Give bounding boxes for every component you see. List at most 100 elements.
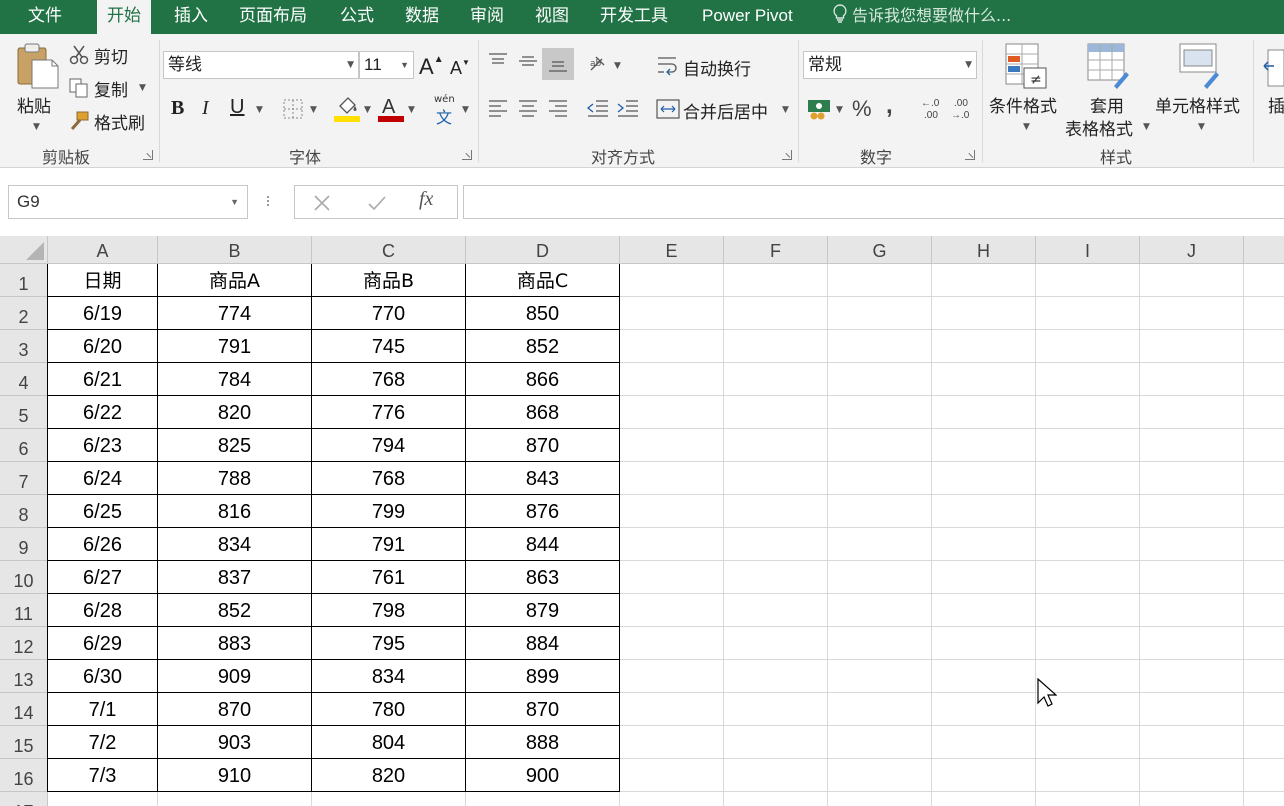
grid-cell[interactable] [1036,528,1140,561]
grid-cell[interactable] [620,726,724,759]
grid-cell[interactable] [724,396,828,429]
table-cell[interactable]: 6/29 [48,627,158,660]
tab-view[interactable]: 视图 [535,0,569,34]
grid-cell[interactable] [724,627,828,660]
table-cell[interactable]: 820 [158,396,312,429]
grid-cell[interactable] [932,660,1036,693]
grid-cell[interactable] [828,462,932,495]
decrease-font-size-icon[interactable]: A▼ [450,58,470,79]
grid-cell[interactable] [620,792,724,806]
row-header-17[interactable]: 17 [0,792,48,806]
table-cell[interactable]: 825 [158,429,312,462]
column-header-h[interactable]: H [932,236,1036,264]
comma-style-button[interactable]: , [886,92,893,120]
grid-cell[interactable] [724,660,828,693]
increase-decimal-icon[interactable]: ←.0 .00 [920,96,946,122]
grid-cell[interactable] [1244,264,1284,297]
grid-cell[interactable] [620,264,724,297]
insert-cells-button[interactable]: 插 [1268,92,1284,117]
grid-cell[interactable] [1036,495,1140,528]
cancel-icon[interactable] [313,194,331,212]
orientation-dropdown-arrow[interactable]: ▼ [614,61,621,71]
grid-cell[interactable] [932,759,1036,792]
grid-cell[interactable] [724,792,828,806]
grid-cell[interactable] [620,759,724,792]
tab-developer[interactable]: 开发工具 [600,0,668,34]
grid-cell[interactable] [724,594,828,627]
table-cell[interactable]: 768 [312,462,466,495]
grid-cell[interactable] [1244,363,1284,396]
grid-cell[interactable] [620,363,724,396]
table-cell[interactable]: 784 [158,363,312,396]
grid-cell[interactable] [932,462,1036,495]
table-cell[interactable]: 798 [312,594,466,627]
insert-function-icon[interactable]: fx [419,188,433,211]
table-cell[interactable]: 780 [312,693,466,726]
grid-cell[interactable] [1140,297,1244,330]
phonetic-guide-char[interactable]: 文 [436,104,452,128]
column-header-g[interactable]: G [828,236,932,264]
table-cell[interactable]: 794 [312,429,466,462]
font-dialog-launcher[interactable] [462,150,472,160]
row-header-9[interactable]: 9 [0,528,48,561]
grid-cell[interactable] [1036,462,1140,495]
grid-cell[interactable] [1140,660,1244,693]
grid-cell[interactable] [1244,759,1284,792]
grid-cell[interactable] [1140,792,1244,806]
row-header-12[interactable]: 12 [0,627,48,660]
format-as-table-line1[interactable]: 套用 [1090,92,1124,117]
grid-cell[interactable] [1244,693,1284,726]
grid-cell[interactable] [620,627,724,660]
table-header-cell[interactable]: 日期 [48,264,158,297]
select-all-corner[interactable] [0,236,48,264]
formula-input[interactable] [463,185,1284,219]
table-cell[interactable]: 884 [466,627,620,660]
grid-cell[interactable] [724,297,828,330]
grid-cell[interactable] [828,627,932,660]
grid-cell[interactable] [828,660,932,693]
table-cell[interactable]: 852 [158,594,312,627]
table-cell[interactable]: 903 [158,726,312,759]
align-bottom-button[interactable] [542,48,574,80]
row-header-13[interactable]: 13 [0,660,48,693]
table-cell[interactable]: 868 [466,396,620,429]
row-header-4[interactable]: 4 [0,363,48,396]
paste-dropdown-arrow[interactable]: ▼ [33,122,40,132]
table-cell[interactable]: 6/28 [48,594,158,627]
column-header-b[interactable]: B [158,236,312,264]
grid-cell[interactable] [620,429,724,462]
format-as-table-dropdown-arrow[interactable]: ▼ [1143,122,1150,132]
grid-cell[interactable] [724,693,828,726]
row-header-16[interactable]: 16 [0,759,48,792]
formula-bar-splitter[interactable] [266,194,270,210]
column-header-j[interactable]: J [1140,236,1244,264]
grid-cell[interactable] [1140,264,1244,297]
decrease-decimal-icon[interactable]: .00 →.0 [950,96,976,122]
table-cell[interactable]: 6/24 [48,462,158,495]
column-header-a[interactable]: A [48,236,158,264]
grid-cell[interactable] [828,264,932,297]
font-size-combo[interactable]: 11 ▼ [359,51,414,79]
grid-cell[interactable] [724,330,828,363]
table-cell[interactable]: 816 [158,495,312,528]
grid-cell[interactable] [1140,594,1244,627]
grid-cell[interactable] [828,594,932,627]
italic-button[interactable]: I [202,97,209,120]
grid-cell[interactable] [1036,363,1140,396]
row-header-10[interactable]: 10 [0,561,48,594]
clipboard-dialog-launcher[interactable] [143,150,153,160]
grid-cell[interactable] [1244,297,1284,330]
table-cell[interactable]: 6/27 [48,561,158,594]
table-cell[interactable]: 6/20 [48,330,158,363]
grid-cell[interactable] [828,297,932,330]
grid-cell[interactable] [1244,594,1284,627]
copy-dropdown-arrow[interactable]: ▼ [139,83,146,93]
table-cell[interactable]: 879 [466,594,620,627]
grid-cell[interactable] [932,264,1036,297]
grid-cell[interactable] [620,297,724,330]
decrease-indent-icon[interactable] [586,98,610,120]
column-header-e[interactable]: E [620,236,724,264]
grid-cell[interactable] [1244,462,1284,495]
row-header-15[interactable]: 15 [0,726,48,759]
grid-cell[interactable] [932,297,1036,330]
